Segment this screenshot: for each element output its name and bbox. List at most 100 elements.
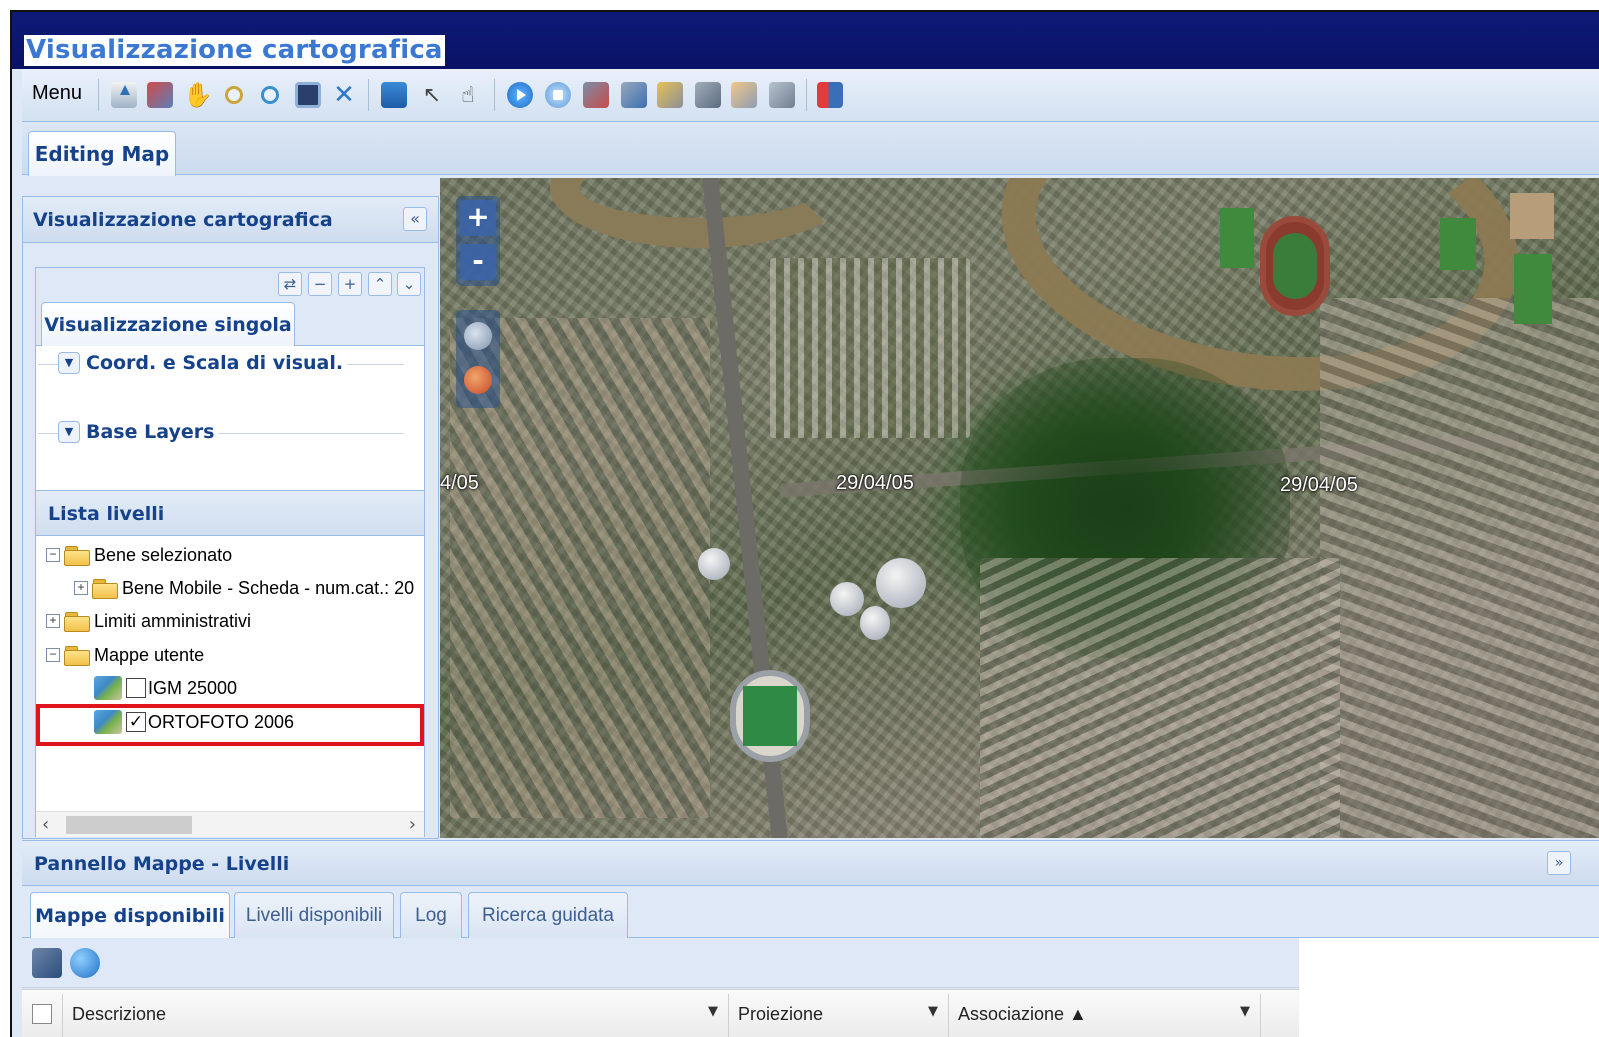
urban-area — [1320, 298, 1599, 838]
measure-icon[interactable] — [464, 322, 492, 350]
hand-point-icon[interactable] — [728, 79, 760, 111]
collapse-left-icon[interactable]: « — [403, 207, 427, 231]
layers-panel-header: Visualizzazione cartografica « — [23, 197, 438, 243]
column-separator — [948, 994, 949, 1037]
maps-layers-tabs: Mappe disponibili Livelli disponibili Lo… — [22, 886, 1599, 938]
copy-icon[interactable] — [692, 79, 724, 111]
collapse-bottom-icon[interactable]: » — [1547, 851, 1571, 875]
domes — [830, 546, 950, 656]
edit-doc-icon[interactable] — [766, 79, 798, 111]
map-view[interactable]: 4/05 29/04/05 29/04/05 + - — [440, 178, 1599, 838]
identify-icon[interactable] — [378, 79, 410, 111]
tab-livelli-disponibili[interactable]: Livelli disponibili — [234, 892, 394, 938]
upload-icon[interactable] — [108, 79, 140, 111]
layers-panel-title: Visualizzazione cartografica — [33, 209, 333, 231]
column-menu-icon[interactable]: ▼ — [1240, 1004, 1250, 1019]
tree-node-label: Bene selezionato — [94, 544, 233, 565]
map-tools-control — [456, 310, 500, 408]
folder-icon — [64, 545, 90, 566]
tab-mappe-disponibili[interactable]: Mappe disponibili — [30, 892, 230, 938]
tree-node-label: Mappe utente — [94, 644, 205, 665]
tile-date-label: 29/04/05 — [1280, 474, 1358, 496]
column-menu-icon[interactable]: ▼ — [708, 1004, 718, 1019]
scroll-left-icon[interactable]: ‹ — [42, 814, 49, 835]
fieldset-coord-label: Coord. e Scala di visual. — [86, 352, 344, 374]
select-pointer-icon[interactable]: ↖ — [416, 79, 448, 111]
fieldset-base-layers[interactable]: ▼ Base Layers — [58, 421, 219, 443]
info-pointer-icon[interactable]: ☝ — [452, 79, 484, 111]
exit-icon[interactable] — [814, 79, 846, 111]
tree-node-label: Bene Mobile - Scheda - num.cat.: 20 — [122, 577, 415, 598]
maps-layers-panel-title: Pannello Mappe - Livelli — [34, 853, 290, 875]
column-associazione[interactable]: Associazione ▲ — [958, 1004, 1087, 1025]
full-extent-icon[interactable]: ✕ — [328, 79, 360, 111]
expand-toggle-icon[interactable]: + — [46, 614, 60, 628]
zoom-box-icon[interactable] — [292, 79, 324, 111]
grid-edit-icon[interactable] — [618, 79, 650, 111]
zoom-in-button[interactable]: + — [460, 200, 496, 236]
collapse-all-icon[interactable]: − — [308, 272, 332, 296]
urban-area — [980, 558, 1340, 838]
tab-log[interactable]: Log — [400, 892, 462, 938]
collapse-toggle-icon[interactable]: − — [46, 648, 60, 662]
scroll-thumb[interactable] — [66, 816, 192, 834]
move-up-icon[interactable]: ⌃ — [368, 272, 392, 296]
chevron-down-icon[interactable]: ▼ — [58, 421, 80, 443]
sports-pitch — [1510, 193, 1554, 239]
move-down-icon[interactable]: ⌄ — [397, 272, 421, 296]
empty-area — [1299, 938, 1599, 1037]
play-icon[interactable] — [504, 79, 536, 111]
river — [550, 178, 850, 248]
tab-ricerca-guidata[interactable]: Ricerca guidata — [468, 892, 628, 938]
tree-node-limiti-amministrativi[interactable]: + Limiti amministrativi — [46, 606, 251, 636]
tree-node-bene-selezionato[interactable]: − Bene selezionato — [46, 540, 232, 570]
pan-hand-icon[interactable]: ✋ — [182, 79, 214, 111]
toolbar-separator — [368, 79, 369, 111]
app-window: Visualizzazione cartografica Menu ✋ ✕ ↖ … — [10, 10, 1599, 1037]
horizontal-scrollbar[interactable]: ‹ › — [36, 811, 424, 837]
refresh-icon[interactable]: ⇄ — [278, 272, 302, 296]
sports-pitch — [1440, 218, 1476, 270]
tree-node-bene-mobile[interactable]: + Bene Mobile - Scheda - num.cat.: 20 — [74, 573, 414, 603]
highlight-box — [36, 704, 424, 746]
expand-toggle-icon[interactable]: + — [74, 581, 88, 595]
chevron-down-icon[interactable]: ▼ — [58, 352, 80, 374]
select-all-checkbox[interactable] — [32, 1004, 52, 1024]
tree-node-label: Limiti amministrativi — [94, 610, 252, 631]
tile-date-label: 29/04/05 — [836, 472, 914, 494]
menu-button[interactable]: Menu — [32, 82, 82, 105]
tree-node-mappe-utente[interactable]: − Mappe utente — [46, 640, 204, 670]
urban-area — [770, 258, 970, 438]
zoom-in-icon[interactable] — [218, 79, 250, 111]
stadium-field — [743, 686, 797, 746]
column-descrizione[interactable]: Descrizione — [72, 1004, 166, 1025]
collapse-toggle-icon[interactable]: − — [46, 548, 60, 562]
tab-editing-map[interactable]: Editing Map — [28, 131, 176, 176]
expand-all-icon[interactable]: + — [338, 272, 362, 296]
folder-icon — [64, 611, 90, 632]
stop-icon[interactable] — [542, 79, 574, 111]
tree-node-igm-25000[interactable]: IGM 25000 — [94, 673, 237, 703]
column-separator — [1260, 994, 1261, 1037]
toolbar-separator — [806, 79, 807, 111]
edit-icon[interactable] — [580, 79, 612, 111]
column-separator — [728, 994, 729, 1037]
zoom-out-icon[interactable] — [254, 79, 286, 111]
zoom-out-button[interactable]: - — [460, 244, 496, 280]
fieldset-coord[interactable]: ▼ Coord. e Scala di visual. — [58, 352, 348, 374]
map-preview-icon[interactable] — [32, 948, 62, 978]
main-tab-strip: Editing Map — [22, 123, 1599, 176]
layers-panel: Visualizzazione cartografica « ⇄ − + ⌃ ⌄… — [22, 196, 439, 839]
column-proiezione[interactable]: Proiezione — [738, 1004, 823, 1025]
column-menu-icon[interactable]: ▼ — [928, 1004, 938, 1019]
note-icon[interactable] — [654, 79, 686, 111]
sports-pitch — [1220, 208, 1254, 268]
book-icon[interactable] — [144, 79, 176, 111]
folder-icon — [64, 645, 90, 666]
layer-checkbox[interactable] — [126, 678, 146, 698]
view-tools: ⇄ − + ⌃ ⌄ — [36, 268, 424, 304]
locate-icon[interactable] — [464, 366, 492, 394]
tab-visualizzazione-singola[interactable]: Visualizzazione singola — [41, 302, 295, 346]
scroll-right-icon[interactable]: › — [409, 814, 416, 835]
globe-icon[interactable] — [70, 948, 100, 978]
